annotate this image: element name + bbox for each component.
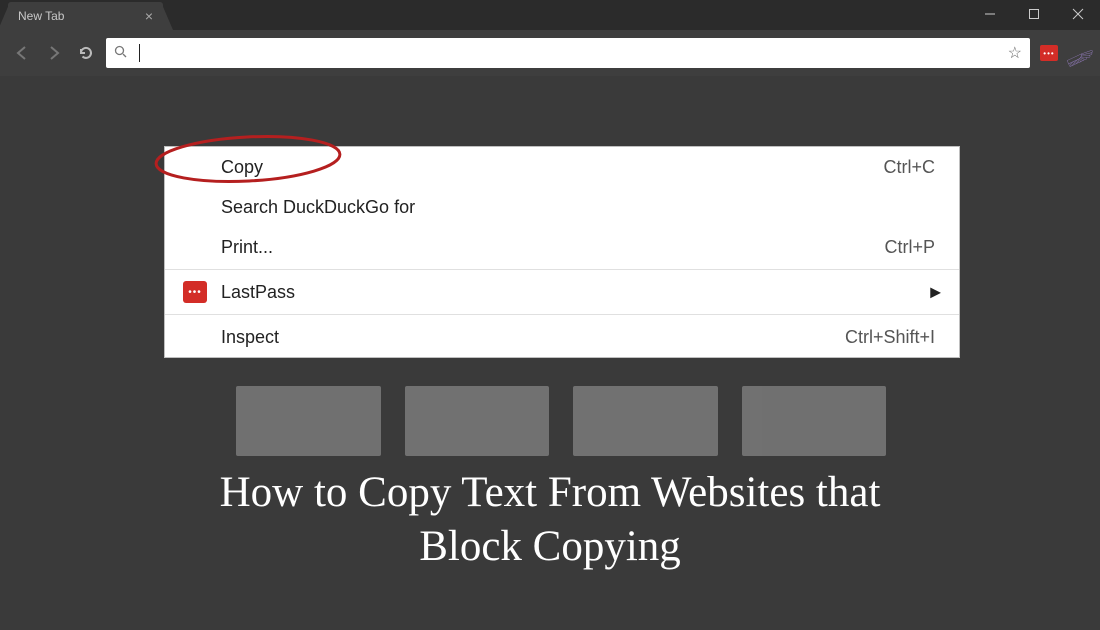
maximize-button[interactable]	[1012, 0, 1056, 28]
back-button[interactable]	[10, 41, 34, 65]
menu-item-label: LastPass	[221, 282, 295, 303]
menu-item-shortcut: Ctrl+C	[883, 157, 935, 178]
lastpass-extension-icon[interactable]: •••	[1038, 42, 1060, 64]
address-bar[interactable]: ☆	[106, 38, 1030, 68]
close-tab-icon[interactable]: ×	[145, 8, 153, 24]
feather-extension-icon[interactable]: 𓆃	[1068, 42, 1090, 64]
menu-item-label: Inspect	[221, 327, 279, 348]
close-window-button[interactable]	[1056, 0, 1100, 28]
menu-item-shortcut: Ctrl+Shift+I	[845, 327, 935, 348]
lastpass-icon: •••	[183, 281, 207, 303]
menu-item-label: Print...	[221, 237, 273, 258]
browser-chrome: New Tab ×	[0, 0, 1100, 76]
minimize-button[interactable]	[968, 0, 1012, 28]
page-viewport: Copy Ctrl+C Search DuckDuckGo for Print.…	[0, 76, 1100, 630]
text-cursor	[139, 44, 140, 62]
reload-button[interactable]	[74, 41, 98, 65]
search-icon	[114, 45, 127, 61]
browser-tab[interactable]: New Tab ×	[8, 2, 163, 30]
menu-item-label: Copy	[221, 157, 263, 178]
menu-separator	[165, 314, 959, 315]
menu-item-print[interactable]: Print... Ctrl+P	[165, 227, 959, 267]
menu-item-inspect[interactable]: Inspect Ctrl+Shift+I	[165, 317, 959, 357]
browser-toolbar: ☆ ••• 𓆃	[0, 30, 1100, 76]
bookmark-star-icon[interactable]: ☆	[1008, 43, 1022, 63]
background-placeholder	[236, 386, 886, 456]
menu-item-shortcut: Ctrl+P	[884, 237, 935, 258]
menu-item-search[interactable]: Search DuckDuckGo for	[165, 187, 959, 227]
menu-item-copy[interactable]: Copy Ctrl+C	[165, 147, 959, 187]
context-menu: Copy Ctrl+C Search DuckDuckGo for Print.…	[164, 146, 960, 358]
menu-item-label: Search DuckDuckGo for	[221, 197, 415, 218]
tab-title: New Tab	[18, 9, 64, 23]
forward-button[interactable]	[42, 41, 66, 65]
menu-separator	[165, 269, 959, 270]
article-headline: How to Copy Text From Websites thatBlock…	[0, 466, 1100, 574]
submenu-arrow-icon: ▶	[930, 284, 941, 301]
menu-item-lastpass[interactable]: ••• LastPass ▶	[165, 272, 959, 312]
window-controls	[968, 0, 1100, 28]
tab-strip: New Tab ×	[0, 0, 1100, 30]
